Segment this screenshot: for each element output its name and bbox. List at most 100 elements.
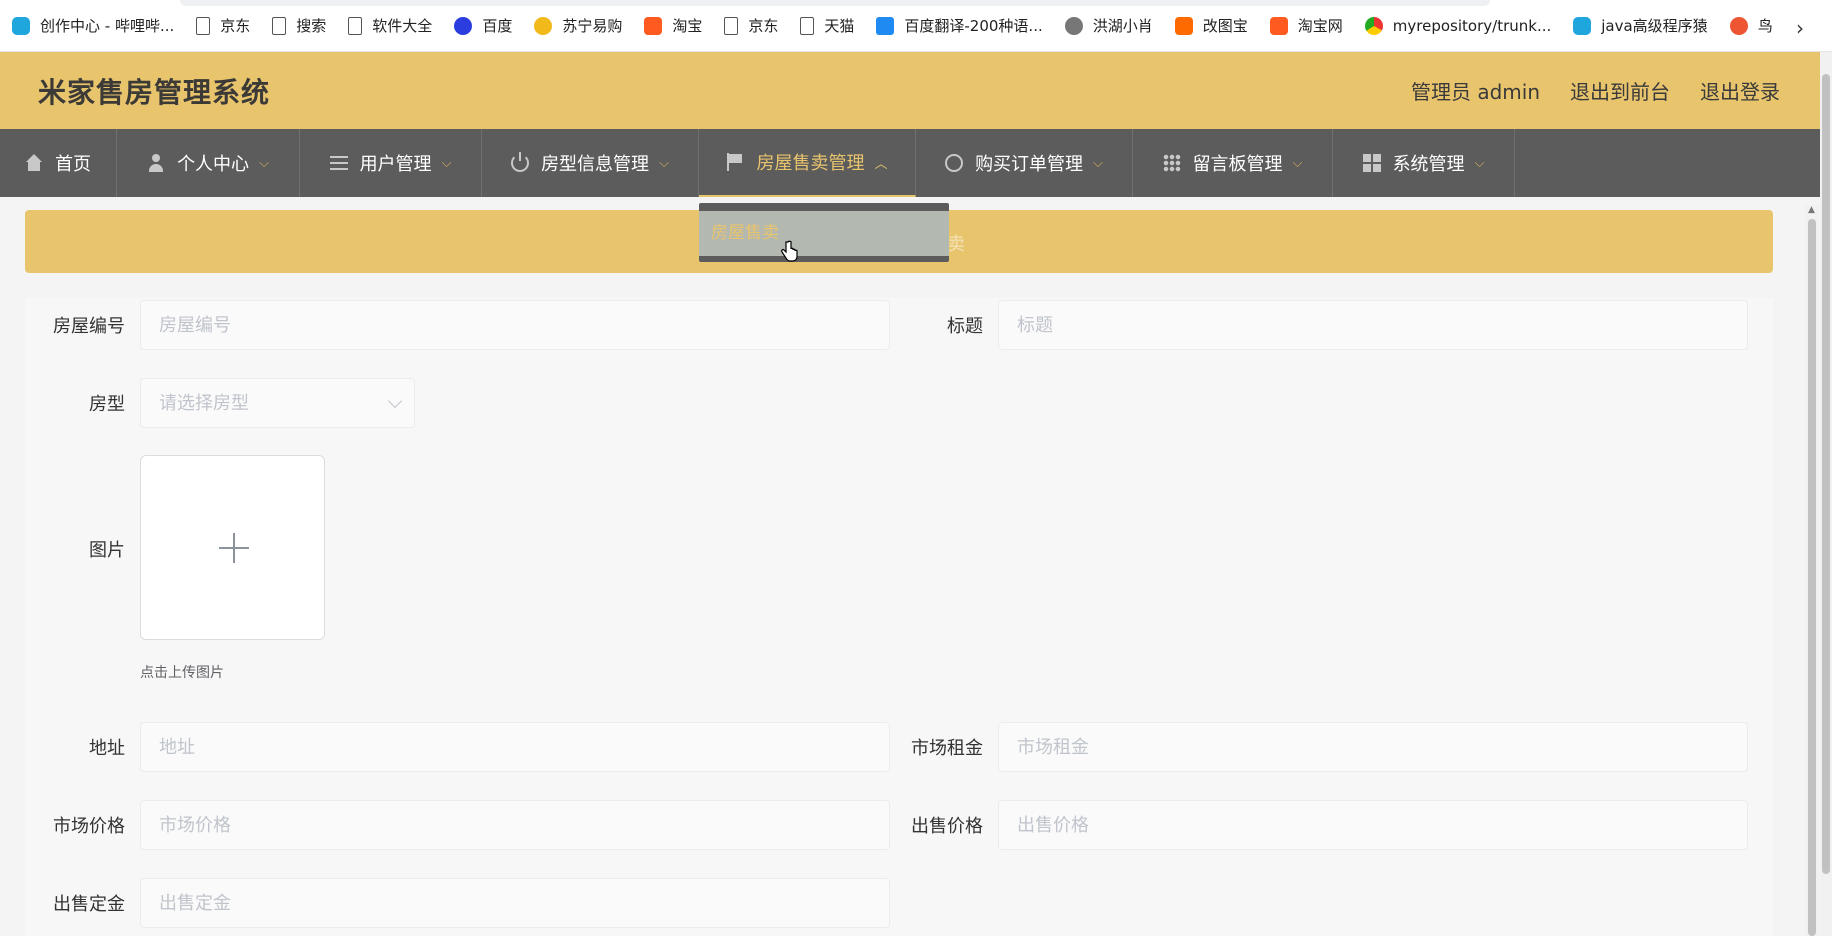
suning-icon <box>534 16 553 35</box>
market-price-input[interactable] <box>159 814 889 836</box>
bookmark-item[interactable]: 百度翻译-200种语... <box>876 11 1043 41</box>
power-icon <box>511 152 530 172</box>
content-scrollbar-thumb[interactable] <box>1808 219 1816 936</box>
image-label: 图片 <box>89 540 125 561</box>
header-links: 管理员 admin 退出到前台 退出登录 <box>1411 76 1780 105</box>
chevron-down-icon: ⌵ <box>1093 155 1103 171</box>
page-scrollbar[interactable] <box>1820 52 1832 936</box>
title-label: 标题 <box>947 316 983 337</box>
nav-house-type-management[interactable]: 房型信息管理 ⌵ <box>482 129 699 197</box>
nav-user-management[interactable]: 用户管理 ⌵ <box>300 129 482 197</box>
bookmark-item[interactable]: 鸟 <box>1729 11 1773 41</box>
house-type-label: 房型 <box>89 394 125 415</box>
breadcrumb: 卖 <box>947 234 965 255</box>
chevron-down-icon: ⌵ <box>441 155 452 171</box>
avatar-icon <box>1064 16 1083 35</box>
exit-to-front-link[interactable]: 退出到前台 <box>1570 76 1670 105</box>
house-type-select[interactable] <box>140 378 415 428</box>
nav-personal-center[interactable]: 个人中心 ⌵ <box>117 129 300 197</box>
sale-price-label: 出售价格 <box>911 816 983 837</box>
main-content: 卖 房屋编号 标题 房型 图片 点击上传图片 地址 市场租金 <box>25 210 1773 936</box>
sale-price-field[interactable] <box>998 800 1748 850</box>
title-input[interactable] <box>1017 314 1747 336</box>
chevron-down-icon: ⌵ <box>659 155 669 171</box>
bookmark-item[interactable]: 创作中心 - 哔哩哔... <box>12 11 174 41</box>
upload-tip: 点击上传图片 <box>140 665 224 681</box>
app-header: 米家售房管理系统 管理员 admin 退出到前台 退出登录 <box>0 52 1824 129</box>
bookmarks-bar: 创作中心 - 哔哩哔... 京东 搜索 软件大全 百度 苏宁易购 淘宝 京东 天… <box>0 0 1832 52</box>
chrome-icon <box>1364 16 1383 35</box>
market-rent-label: 市场租金 <box>911 738 983 759</box>
chevron-down-icon: ⌵ <box>1474 155 1485 171</box>
bookmark-item[interactable]: myrepository/trunk... <box>1364 11 1551 41</box>
sale-price-input[interactable] <box>1017 814 1747 836</box>
market-rent-field[interactable] <box>998 722 1748 772</box>
scroll-up-arrow-icon[interactable]: ▲ <box>1808 205 1815 215</box>
bookmark-item[interactable]: 洪湖小肖 <box>1064 11 1153 41</box>
market-rent-input[interactable] <box>1017 736 1747 758</box>
bookmark-item[interactable]: java高级程序猿 <box>1573 11 1708 41</box>
house-sale-dropdown: 房屋售卖 <box>699 203 949 262</box>
house-sale-form: 房屋编号 标题 房型 图片 点击上传图片 地址 市场租金 市场价 <box>25 298 1773 936</box>
apps-icon <box>1362 154 1381 172</box>
nav-system-management[interactable]: 系统管理 ⌵ <box>1333 129 1515 197</box>
gaitubao-icon <box>1174 16 1193 35</box>
bookmark-item[interactable]: 百度 <box>454 11 512 41</box>
page-icon <box>800 16 815 35</box>
address-field[interactable] <box>140 722 890 772</box>
list-icon <box>329 156 348 170</box>
house-no-input[interactable] <box>159 314 889 336</box>
bookmark-item[interactable]: 搜索 <box>272 11 326 41</box>
content-scrollbar[interactable]: ▲ <box>1805 205 1819 936</box>
bookmark-item[interactable]: 天猫 <box>800 11 854 41</box>
bookmark-item[interactable]: 改图宝 <box>1174 11 1248 41</box>
house-type-input[interactable] <box>159 392 414 414</box>
bookmark-item[interactable]: 京东 <box>724 11 778 41</box>
chevron-up-icon: ︿ <box>874 156 888 172</box>
page-icon <box>272 16 287 35</box>
dropdown-item-house-sale[interactable]: 房屋售卖 <box>699 211 949 256</box>
address-label: 地址 <box>89 738 125 759</box>
bookmark-item[interactable]: 淘宝 <box>644 11 702 41</box>
nav-house-sale-management[interactable]: 房屋售卖管理 ︿ <box>699 129 916 197</box>
hand-cursor-icon <box>781 240 798 262</box>
home-icon <box>25 154 43 172</box>
market-price-field[interactable] <box>140 800 890 850</box>
sale-deposit-field[interactable] <box>140 878 890 928</box>
house-no-field[interactable] <box>140 300 890 350</box>
chevron-down-icon: ⌵ <box>259 155 269 171</box>
bird-icon <box>1729 16 1748 35</box>
gauge-icon <box>945 154 964 172</box>
grid-icon <box>1162 154 1181 172</box>
fanyi-icon <box>876 16 895 35</box>
bookmark-item[interactable]: 淘宝网 <box>1269 11 1343 41</box>
admin-label: 管理员 admin <box>1410 80 1540 104</box>
user-icon <box>147 154 165 172</box>
bookmark-item[interactable]: 京东 <box>196 11 250 41</box>
nav-home[interactable]: 首页 <box>0 129 117 197</box>
plus-icon-vertical <box>233 533 235 563</box>
chevron-down-icon: ⌵ <box>1292 155 1303 171</box>
title-field[interactable] <box>998 300 1748 350</box>
logout-link[interactable]: 退出登录 <box>1700 76 1780 105</box>
flag-icon <box>726 153 744 171</box>
sale-deposit-input[interactable] <box>159 892 889 914</box>
bookmarks-overflow-icon[interactable]: › <box>1796 16 1804 40</box>
nav-message-board-management[interactable]: 留言板管理 ⌵ <box>1133 129 1333 197</box>
taobao-icon <box>1269 16 1288 35</box>
page-icon <box>196 16 211 35</box>
market-price-label: 市场价格 <box>53 816 125 837</box>
house-no-label: 房屋编号 <box>53 316 125 337</box>
baidu-icon <box>454 16 473 35</box>
sale-deposit-label: 出售定金 <box>53 894 125 915</box>
page-icon <box>724 16 739 35</box>
bookmark-item[interactable]: 苏宁易购 <box>534 11 622 41</box>
main-nav: 首页 个人中心 ⌵ 用户管理 ⌵ 房型信息管理 ⌵ 房屋售卖管理 ︿ 购买订单管… <box>0 129 1824 197</box>
image-uploader[interactable] <box>140 455 325 640</box>
taobao-icon <box>644 16 663 35</box>
address-input[interactable] <box>159 736 889 758</box>
bookmark-item[interactable]: 软件大全 <box>348 11 432 41</box>
nav-order-management[interactable]: 购买订单管理 ⌵ <box>916 129 1133 197</box>
page-scrollbar-thumb[interactable] <box>1822 74 1830 874</box>
app-title: 米家售房管理系统 <box>38 75 271 109</box>
